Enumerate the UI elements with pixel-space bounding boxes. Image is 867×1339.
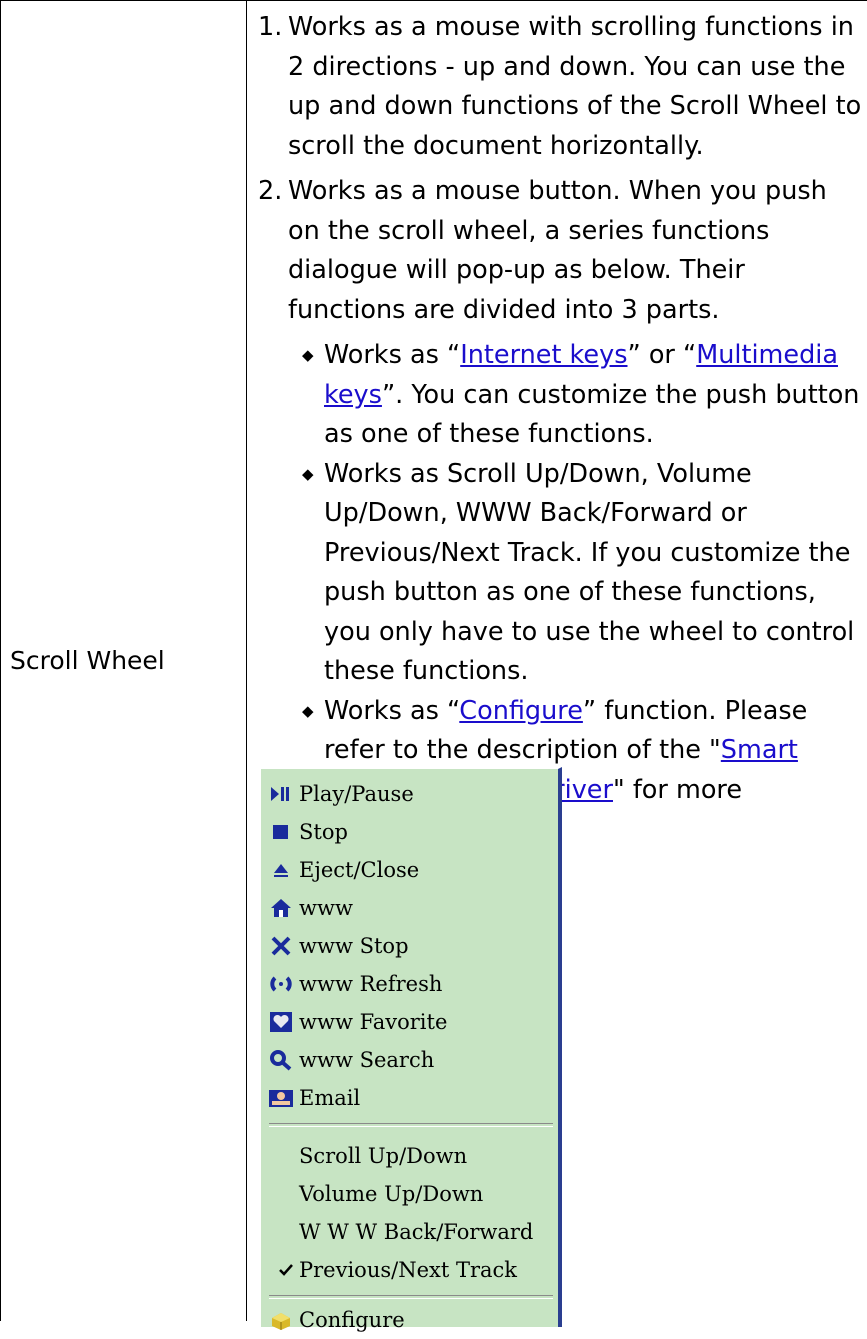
eject-icon (267, 858, 295, 882)
menu-item-scroll-up-down[interactable]: Scroll Up/Down (299, 1137, 467, 1175)
menu-item-configure[interactable]: Configure (267, 1301, 405, 1339)
bullet-text: Works as “ (324, 695, 460, 726)
menu-item-label: www Favorite (299, 1010, 448, 1034)
menu-item-play-pause[interactable]: Play/Pause (267, 775, 414, 813)
menu-item-label: www Refresh (299, 972, 443, 996)
list-number: 2. (258, 176, 283, 206)
email-icon (267, 1086, 295, 1110)
menu-item-stop[interactable]: Stop (267, 813, 348, 851)
menu-item-label: Eject/Close (299, 858, 420, 882)
list-item-2: 2. Works as a mouse button. When you pus… (258, 172, 863, 330)
bullet-text: Works as Scroll Up/Down, Volume Up/Down,… (324, 458, 855, 687)
list-item-text: Works as a mouse with scrolling function… (288, 12, 862, 161)
bullet-text: ”. You can customize the push button as … (324, 379, 860, 450)
menu-item-previous-next-track[interactable]: Previous/Next Track (277, 1251, 517, 1289)
menu-item-www-refresh[interactable]: www Refresh (267, 965, 442, 1003)
menu-item-label: www Stop (299, 934, 409, 958)
menu-item-www[interactable]: www (267, 889, 353, 927)
menu-separator (269, 1295, 553, 1299)
description-cell: 1. Works as a mouse with scrolling funct… (258, 8, 863, 850)
list-number: 1. (258, 12, 283, 42)
menu-item-www-back-forward[interactable]: W W W Back/Forward (299, 1213, 533, 1251)
list-item-1: 1. Works as a mouse with scrolling funct… (258, 8, 863, 166)
favorite-heart-icon (267, 1010, 295, 1034)
wheel-function-popup-menu: Play/Pause Stop Eject/Close www www Stop… (259, 767, 562, 1332)
checkmark-icon (277, 1258, 295, 1282)
bullet-diamond-icon: ◆ (302, 464, 314, 483)
menu-separator (269, 1123, 553, 1127)
internet-keys-link[interactable]: Internet keys (460, 340, 627, 370)
list-item-text: Works as a mouse button. When you push o… (288, 176, 827, 325)
configure-icon (267, 1308, 295, 1332)
menu-item-label: Play/Pause (299, 782, 414, 806)
play-pause-icon (267, 782, 295, 806)
menu-item-label: W W W Back/Forward (299, 1220, 534, 1244)
bullet-diamond-icon: ◆ (302, 346, 314, 364)
menu-item-label: Stop (299, 820, 348, 844)
menu-item-email[interactable]: Email (267, 1079, 360, 1117)
stop-icon (267, 820, 295, 844)
row-label: Scroll Wheel (10, 646, 165, 675)
bullet-item-1: ◆ Works as “Internet keys” or “Multimedi… (258, 336, 863, 455)
home-icon (267, 896, 295, 920)
bullet-text: Works as “ (324, 340, 461, 370)
menu-item-label: Previous/Next Track (299, 1258, 518, 1282)
bullet-diamond-icon: ◆ (302, 701, 314, 720)
bullet-text: ” or “ (627, 340, 697, 370)
menu-item-label: Scroll Up/Down (299, 1144, 468, 1168)
menu-item-www-favorite[interactable]: www Favorite (267, 1003, 447, 1041)
close-x-icon (267, 934, 295, 958)
menu-item-label: Volume Up/Down (299, 1182, 484, 1206)
menu-item-label: Configure (299, 1308, 405, 1332)
menu-item-label: www (299, 896, 353, 920)
menu-item-www-search[interactable]: www Search (267, 1041, 434, 1079)
menu-item-eject-close[interactable]: Eject/Close (267, 851, 419, 889)
refresh-icon (267, 972, 295, 996)
menu-item-label: www Search (299, 1048, 435, 1072)
column-divider (246, 0, 247, 1321)
menu-item-www-stop[interactable]: www Stop (267, 927, 409, 965)
search-icon (267, 1048, 295, 1072)
menu-item-volume-up-down[interactable]: Volume Up/Down (299, 1175, 483, 1213)
configure-link[interactable]: Configure (459, 696, 583, 726)
bullet-item-2: ◆ Works as Scroll Up/Down, Volume Up/Dow… (258, 455, 863, 692)
menu-item-label: Email (299, 1086, 361, 1110)
